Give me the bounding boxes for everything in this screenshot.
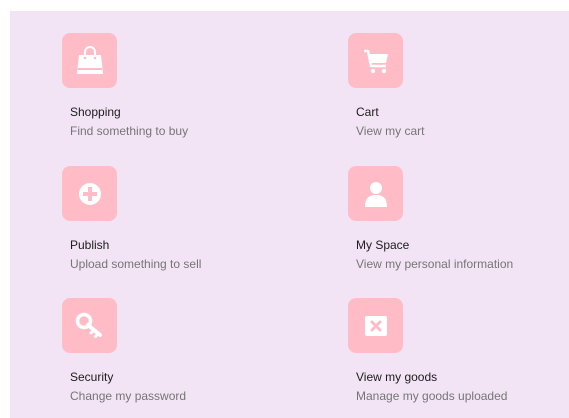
security-tile-icon-box[interactable] [62, 298, 117, 353]
menu-panel: Shopping Find something to buy Cart View… [10, 11, 569, 418]
cart-tile-icon-box[interactable] [348, 33, 403, 88]
close-box-icon [364, 315, 387, 336]
menu-item-shopping[interactable]: Shopping Find something to buy [62, 33, 302, 153]
menu-item-view-my-goods[interactable]: View my goods Manage my goods uploaded [348, 298, 569, 418]
my-space-tile-icon-box[interactable] [348, 166, 403, 221]
view-my-goods-tile-icon-box[interactable] [348, 298, 403, 353]
shopping-bag-icon [76, 45, 103, 74]
publish-tile-icon-box[interactable] [62, 166, 117, 221]
menu-item-title: View my goods [356, 370, 438, 384]
key-icon [75, 312, 102, 338]
cart-icon [363, 49, 388, 73]
menu-item-title: My Space [356, 238, 410, 252]
user-icon [364, 181, 387, 207]
menu-item-description: Manage my goods uploaded [356, 389, 508, 403]
menu-item-description: Find something to buy [70, 124, 189, 138]
menu-item-title: Shopping [70, 105, 121, 119]
menu-item-description: View my cart [356, 124, 425, 138]
menu-item-title: Cart [356, 105, 379, 119]
menu-item-description: Change my password [70, 389, 187, 403]
menu-item-cart[interactable]: Cart View my cart [348, 33, 569, 153]
plus-circle-icon [78, 182, 101, 205]
menu-item-publish[interactable]: Publish Upload something to sell [62, 166, 302, 286]
menu-item-security[interactable]: Security Change my password [62, 298, 302, 418]
shopping-tile-icon-box[interactable] [62, 33, 117, 88]
menu-item-description: View my personal information [356, 257, 514, 271]
menu-item-my-space[interactable]: My Space View my personal information [348, 166, 569, 286]
menu-item-title: Publish [70, 238, 110, 252]
menu-item-title: Security [70, 370, 114, 384]
menu-item-description: Upload something to sell [70, 257, 202, 271]
